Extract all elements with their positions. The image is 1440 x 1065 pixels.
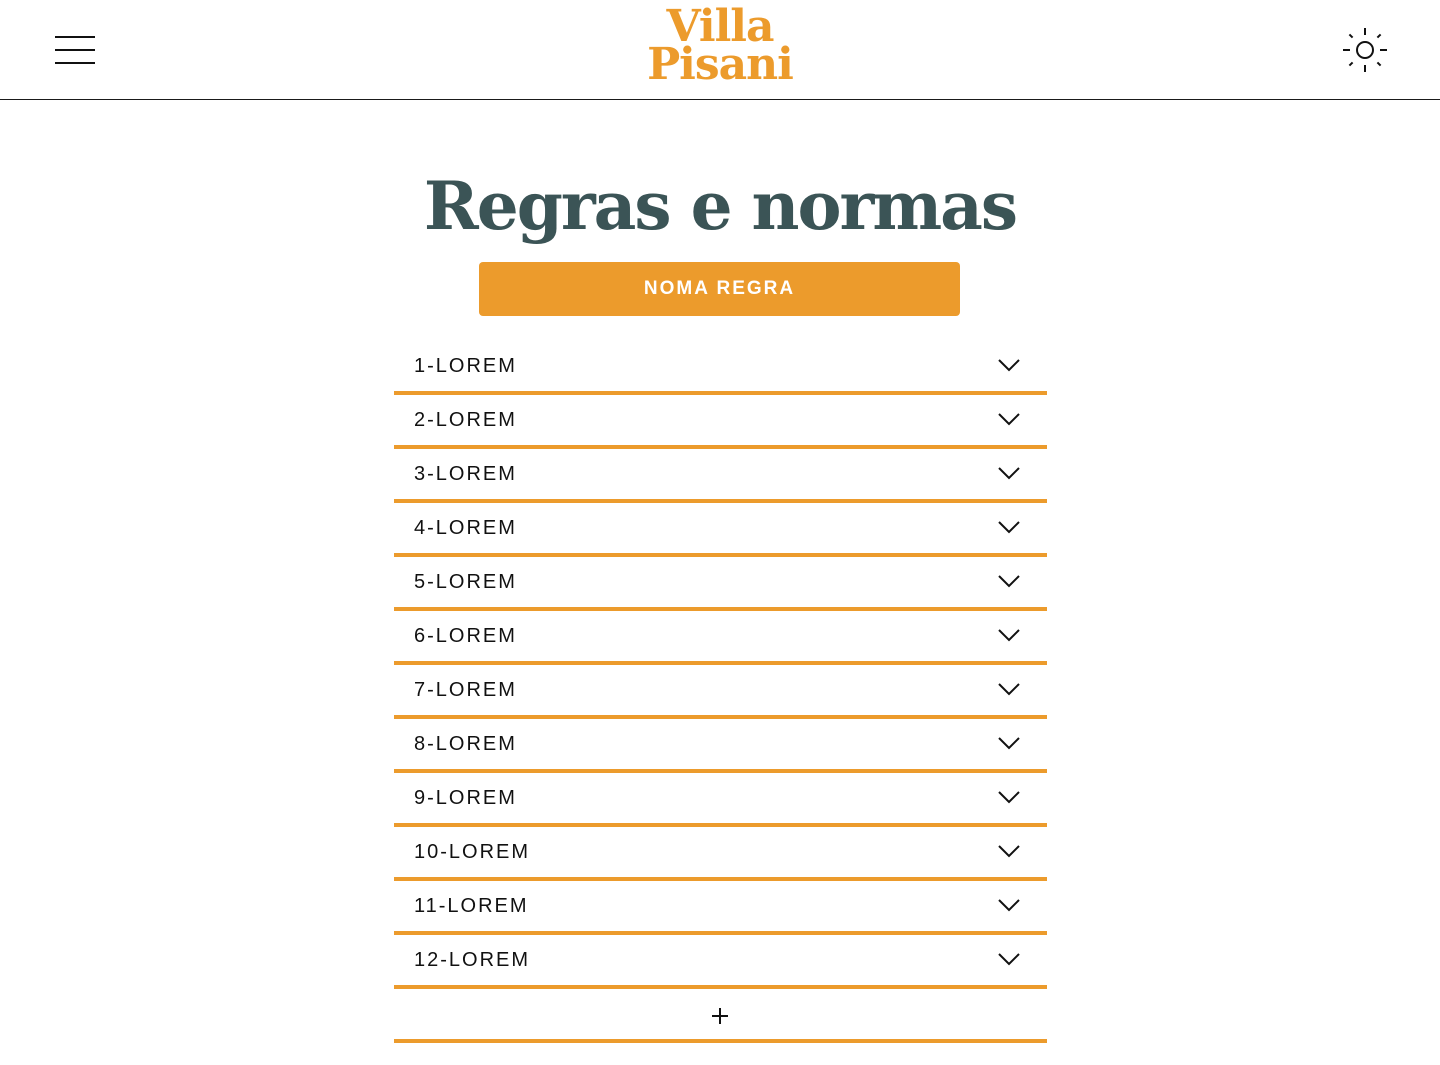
rule-accordion-label: 5-LOREM	[414, 571, 517, 593]
rule-accordion-label: 12-LOREM	[414, 949, 531, 971]
chevron-down-icon	[998, 467, 1020, 480]
chevron-down-icon	[998, 575, 1020, 588]
top-header: Villa Pisani	[0, 0, 1440, 100]
hamburger-menu-icon-line	[55, 36, 95, 38]
rule-accordion-item[interactable]: 9-LOREM	[394, 773, 1047, 827]
rule-accordion-label: 7-LOREM	[414, 679, 517, 701]
chevron-down-icon	[998, 845, 1020, 858]
plus-icon	[712, 1008, 728, 1024]
rule-accordion-item[interactable]: 11-LOREM	[394, 881, 1047, 935]
rule-accordion-label: 8-LOREM	[414, 733, 517, 755]
rule-accordion-label: 2-LOREM	[414, 409, 517, 431]
rule-accordion-item[interactable]: 12-LOREM	[394, 935, 1047, 989]
rule-accordion-item[interactable]: 6-LOREM	[394, 611, 1047, 665]
rule-accordion-label: 11-LOREM	[414, 895, 529, 917]
logo-line-2: Pisani	[647, 39, 794, 90]
rule-accordion-label: 4-LOREM	[414, 517, 517, 539]
rule-accordion-label: 9-LOREM	[414, 787, 517, 809]
sun-icon	[1343, 28, 1387, 72]
add-rule-row[interactable]	[394, 989, 1047, 1043]
add-rule-button[interactable]: NOMA REGRA	[479, 262, 960, 316]
hamburger-menu-icon-line	[55, 62, 95, 64]
menu-button[interactable]	[55, 34, 95, 66]
rule-accordion-item[interactable]: 10-LOREM	[394, 827, 1047, 881]
chevron-down-icon	[998, 629, 1020, 642]
chevron-down-icon	[998, 791, 1020, 804]
rule-accordion-label: 10-LOREM	[414, 841, 531, 863]
chevron-down-icon	[998, 683, 1020, 696]
rule-accordion-item[interactable]: 5-LOREM	[394, 557, 1047, 611]
rule-accordion-item[interactable]: 3-LOREM	[394, 449, 1047, 503]
rule-accordion-item[interactable]: 1-LOREM	[394, 341, 1047, 395]
chevron-down-icon	[998, 737, 1020, 750]
chevron-down-icon	[998, 413, 1020, 426]
chevron-down-icon	[998, 953, 1020, 966]
rule-accordion-item[interactable]: 8-LOREM	[394, 719, 1047, 773]
chevron-down-icon	[998, 899, 1020, 912]
rule-accordion-item[interactable]: 7-LOREM	[394, 665, 1047, 719]
logo[interactable]: Villa Pisani	[620, 5, 820, 92]
rule-accordion-label: 3-LOREM	[414, 463, 517, 485]
page-title: Regras e normas	[423, 167, 1018, 245]
rules-accordion: 1-LOREM 2-LOREM 3-LOREM 4-LOREM 5-LOREM 6-LOR…	[394, 341, 1047, 1043]
theme-toggle-button[interactable]	[1341, 26, 1389, 74]
rule-accordion-label: 1-LOREM	[414, 355, 517, 377]
chevron-down-icon	[998, 359, 1020, 372]
rule-accordion-label: 6-LOREM	[414, 625, 517, 647]
rule-accordion-item[interactable]: 4-LOREM	[394, 503, 1047, 557]
rule-accordion-item[interactable]: 2-LOREM	[394, 395, 1047, 449]
hamburger-menu-icon-line	[55, 49, 95, 51]
chevron-down-icon	[998, 521, 1020, 534]
